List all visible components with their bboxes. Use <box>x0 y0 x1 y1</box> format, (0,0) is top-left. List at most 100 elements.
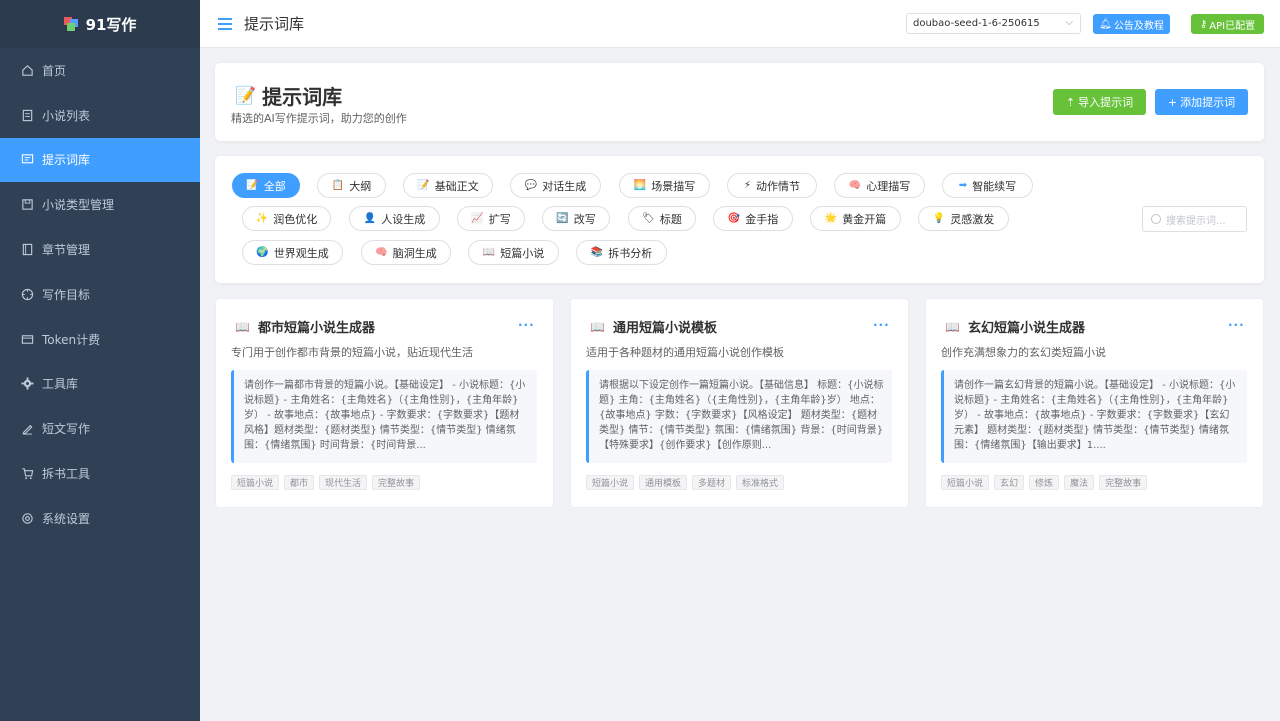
chip-label: 短篇小说 <box>500 246 545 260</box>
book-icon <box>20 243 34 257</box>
refresh-icon: 🔄 <box>556 213 569 224</box>
category-chip-dialogue[interactable]: 💬 对话生成 <box>510 173 601 198</box>
tag: 短篇小说 <box>231 475 280 490</box>
chip-label: 动作情节 <box>756 179 801 193</box>
sunrise-icon: 🌅 <box>633 180 647 191</box>
globe-icon: 🌍 <box>256 247 269 258</box>
open-book-icon: 📖 <box>235 319 250 334</box>
sidebar-item-tools[interactable]: 工具库 <box>0 362 200 407</box>
tag: 玄幻 <box>994 475 1025 490</box>
category-chip-all[interactable]: 📝 全部 <box>232 173 300 198</box>
category-chip-golden-finger[interactable]: 🎯 金手指 <box>713 206 793 231</box>
open-book-icon: 📖 <box>945 319 960 334</box>
prompt-tags: 短篇小说 通用模板 多题材 标准格式 <box>586 475 785 490</box>
sidebar-item-label: 短文写作 <box>42 422 91 437</box>
import-button-label: 导入提示词 <box>1078 96 1134 109</box>
page-title-text: 提示词库 <box>262 85 343 109</box>
sidebar: 91写作 首页 小说列表 提示词库 小说类型管理 章节管理 写作目标 Token… <box>0 0 200 721</box>
chip-label: 对话生成 <box>542 179 587 193</box>
sidebar-item-writing-goals[interactable]: 写作目标 <box>0 272 200 317</box>
person-icon: 👤 <box>363 213 377 224</box>
notice-button[interactable]: 🔔︎ 公告及教程 <box>1093 14 1170 34</box>
prompt-description: 专门用于创作都市背景的短篇小说，贴近现代生活 <box>231 346 473 359</box>
category-chip-inspiration[interactable]: 💡 灵感激发 <box>918 206 1009 231</box>
category-chip-outline[interactable]: 📋 大纲 <box>317 173 386 198</box>
sidebar-item-label: 小说列表 <box>42 108 91 123</box>
sidebar-item-book-split[interactable]: 拆书工具 <box>0 451 200 496</box>
category-chip-psychology[interactable]: 🧠 心理描写 <box>834 173 925 198</box>
more-options-icon[interactable]: ··· <box>1228 318 1245 332</box>
books-icon: 📚 <box>590 247 604 258</box>
sidebar-item-novel-types[interactable]: 小说类型管理 <box>0 182 200 227</box>
sidebar-item-settings[interactable]: 系统设置 <box>0 496 200 541</box>
prompt-card[interactable]: 📖 玄幻短篇小说生成器 ··· 创作充满想象力的玄幻类短篇小说 请创作一篇玄幻背… <box>925 298 1264 508</box>
save-icon <box>20 198 34 212</box>
category-filter-card: 📝 全部 📋 大纲 📝 基础正文 💬 对话生成 🌅 场景描写 ⚡ 动作情节 🧠 心理描写 ➡ 智… <box>215 156 1264 283</box>
prompt-search-input[interactable]: 搜索提示词... <box>1142 206 1247 232</box>
page-subtitle: 精选的AI写作提示词，助力您的创作 <box>231 112 407 125</box>
clipboard-icon: 📋 <box>331 180 345 191</box>
category-chip-scene[interactable]: 🌅 场景描写 <box>619 173 710 198</box>
category-chip-character[interactable]: 👤 人设生成 <box>349 206 440 231</box>
sidebar-item-label: 小说类型管理 <box>42 198 115 213</box>
prompt-card[interactable]: 📖 通用短篇小说模板 ··· 适用于各种题材的通用短篇小说创作模板 请根据以下设… <box>570 298 909 508</box>
add-prompt-button[interactable]: + 添加提示词 <box>1155 89 1248 115</box>
category-chip-golden-opening[interactable]: 🌟 黄金开篇 <box>810 206 901 231</box>
lightning-icon: ⚡ <box>743 180 752 191</box>
sidebar-item-prompt-library[interactable]: 提示词库 <box>0 137 200 183</box>
tag: 多题材 <box>692 475 732 490</box>
chip-label: 世界观生成 <box>273 246 329 260</box>
bell-icon: 🔔︎ <box>1099 18 1112 30</box>
sidebar-item-home[interactable]: 首页 <box>0 48 200 93</box>
model-select[interactable]: doubao-seed-1-6-250615 ⌵ <box>906 13 1081 34</box>
tag: 都市 <box>284 475 315 490</box>
tag: 修炼 <box>1029 475 1060 490</box>
menu-toggle-icon[interactable] <box>218 17 232 30</box>
category-chip-title[interactable]: 🏷 标题 <box>628 206 696 231</box>
chat-icon <box>20 153 34 167</box>
sidebar-item-label: 章节管理 <box>42 243 91 258</box>
more-options-icon[interactable]: ··· <box>518 318 535 332</box>
prompt-title-text: 通用短篇小说模板 <box>612 321 717 336</box>
chip-label: 基础正文 <box>434 179 479 193</box>
prompt-card[interactable]: 📖 都市短篇小说生成器 ··· 专门用于创作都市背景的短篇小说，贴近现代生活 请… <box>215 298 554 508</box>
more-options-icon[interactable]: ··· <box>873 318 890 332</box>
cart-icon <box>20 467 34 481</box>
sidebar-item-label: 拆书工具 <box>42 467 91 482</box>
logo[interactable]: 91写作 <box>0 0 200 48</box>
chip-label: 脑洞生成 <box>392 246 437 260</box>
import-prompts-button[interactable]: ⇡ 导入提示词 <box>1053 89 1146 115</box>
chip-label: 场景描写 <box>651 179 696 193</box>
category-chip-worldbuilding[interactable]: 🌍 世界观生成 <box>242 240 343 265</box>
category-chip-short-story[interactable]: 📖 短篇小说 <box>468 240 559 265</box>
category-chip-book-analysis[interactable]: 📚 拆书分析 <box>576 240 667 265</box>
tag: 魔法 <box>1064 475 1095 490</box>
sparkles-icon: ✨ <box>255 213 269 224</box>
memo-icon: 📝 <box>235 85 257 106</box>
star-icon: 🌟 <box>824 213 838 224</box>
category-chip-polish[interactable]: ✨ 润色优化 <box>242 206 331 231</box>
category-chip-action[interactable]: ⚡ 动作情节 <box>727 173 817 198</box>
lightbulb-icon: 💡 <box>932 213 946 224</box>
sidebar-item-label: 提示词库 <box>42 153 91 168</box>
sidebar-item-chapters[interactable]: 章节管理 <box>0 227 200 272</box>
sidebar-item-token-billing[interactable]: Token计费 <box>0 317 200 362</box>
tag: 短篇小说 <box>941 475 990 490</box>
api-config-button[interactable]: ⚷ API已配置 <box>1191 14 1264 34</box>
category-chip-continue[interactable]: ➡ 智能续写 <box>942 173 1033 198</box>
category-chip-brainstorm[interactable]: 🧠 脑洞生成 <box>361 240 451 265</box>
prompt-card-title: 📖 都市短篇小说生成器 <box>235 317 375 337</box>
category-chip-basic-text[interactable]: 📝 基础正文 <box>403 173 493 198</box>
category-chip-expand[interactable]: 📈 扩写 <box>457 206 525 231</box>
chip-label: 大纲 <box>349 179 372 193</box>
sidebar-item-label: 写作目标 <box>42 287 91 302</box>
chip-label: 人设生成 <box>381 212 426 226</box>
prompt-tags: 短篇小说 玄幻 修炼 魔法 完整故事 <box>941 475 1148 490</box>
sidebar-item-short-writing[interactable]: 短文写作 <box>0 406 200 451</box>
model-select-value: doubao-seed-1-6-250615 <box>913 18 1040 29</box>
sidebar-item-novel-list[interactable]: 小说列表 <box>0 93 200 138</box>
sidebar-item-label: 首页 <box>42 63 67 78</box>
pen-icon <box>20 422 34 436</box>
prompt-card-title: 📖 玄幻短篇小说生成器 <box>945 317 1085 337</box>
category-chip-rewrite[interactable]: 🔄 改写 <box>542 206 610 231</box>
